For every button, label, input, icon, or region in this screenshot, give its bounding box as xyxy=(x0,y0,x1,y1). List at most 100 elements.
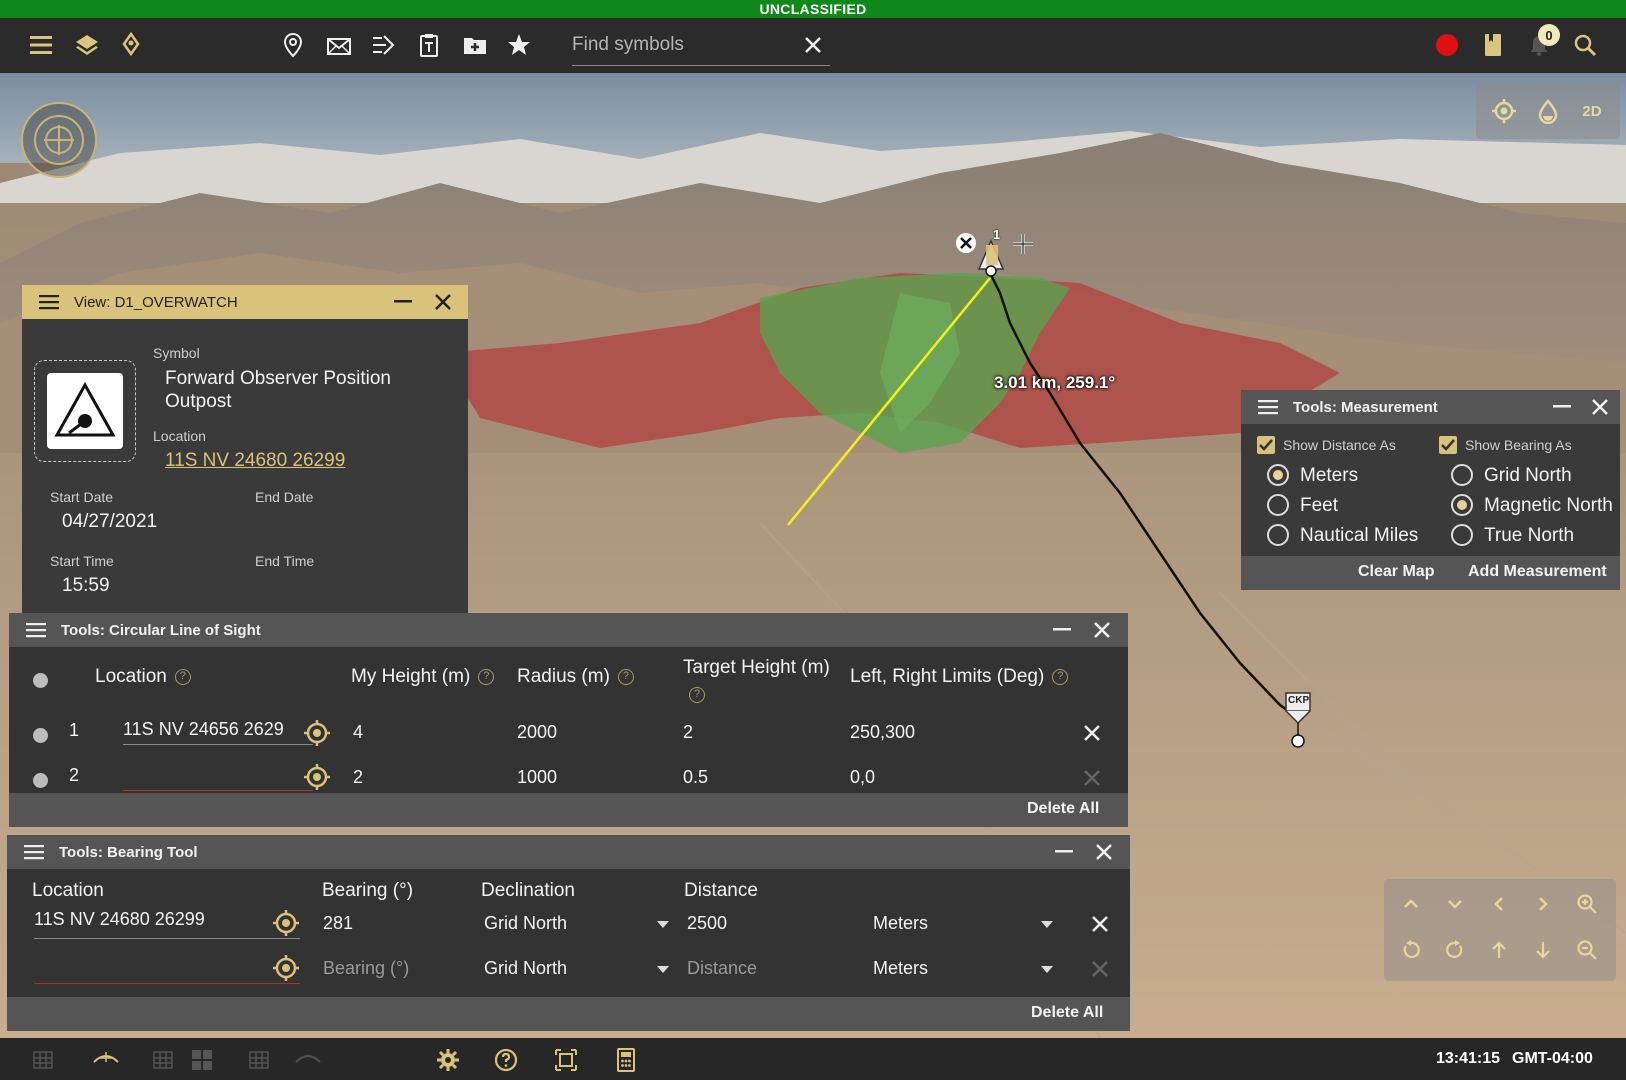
los-location-input[interactable]: 11S NV 24656 2629 xyxy=(123,719,313,745)
close-icon[interactable] xyxy=(430,289,456,315)
location-link[interactable]: 11S NV 24680 26299 xyxy=(165,450,345,472)
remove-row-icon[interactable] xyxy=(1081,722,1103,744)
minimize-icon[interactable] xyxy=(390,289,416,315)
tilt-up-icon[interactable] xyxy=(1396,889,1426,919)
message-icon[interactable] xyxy=(322,28,356,62)
remove-row-icon[interactable] xyxy=(1089,958,1111,980)
limits-value[interactable]: 250,300 xyxy=(850,722,915,743)
pan-down-icon[interactable] xyxy=(1528,935,1558,965)
help-icon[interactable]: ? xyxy=(175,669,191,685)
calculator-icon[interactable] xyxy=(610,1046,642,1074)
chevron-down-icon[interactable] xyxy=(1041,921,1053,928)
bearing-panel-header[interactable]: Tools: Bearing Tool xyxy=(7,835,1130,869)
radio-nautical-miles[interactable] xyxy=(1267,524,1289,546)
location-pin-icon[interactable] xyxy=(276,28,310,62)
show-bearing-checkbox[interactable] xyxy=(1439,436,1457,454)
delete-all-los-button[interactable]: Delete All xyxy=(1027,800,1099,818)
remove-row-icon[interactable] xyxy=(1081,767,1103,789)
radio-grid-north[interactable] xyxy=(1451,464,1473,486)
remove-row-icon[interactable] xyxy=(1089,913,1111,935)
minimize-icon[interactable] xyxy=(1549,394,1575,420)
clear-map-button[interactable]: Clear Map xyxy=(1358,563,1434,581)
panel-menu-icon[interactable] xyxy=(21,839,47,865)
close-icon[interactable] xyxy=(1587,394,1613,420)
compass-icon[interactable] xyxy=(20,101,98,179)
terrain-drop-icon[interactable] xyxy=(1534,97,1562,125)
menu-icon[interactable] xyxy=(24,28,58,62)
globe-3d-secondary-icon[interactable] xyxy=(292,1046,324,1074)
close-icon[interactable] xyxy=(1089,617,1115,643)
chevron-down-icon[interactable] xyxy=(1041,966,1053,973)
radio-meters[interactable] xyxy=(1267,464,1289,486)
minimize-icon[interactable] xyxy=(1051,839,1077,865)
locate-me-icon[interactable] xyxy=(1490,97,1518,125)
help-icon[interactable]: ? xyxy=(1052,669,1068,685)
pick-location-icon[interactable] xyxy=(303,763,331,791)
radius-value[interactable]: 2000 xyxy=(517,722,557,743)
add-measurement-button[interactable]: Add Measurement xyxy=(1468,563,1607,581)
delete-all-bearing-button[interactable]: Delete All xyxy=(1031,1004,1103,1022)
help-icon[interactable]: ? xyxy=(618,669,634,685)
pan-up-icon[interactable] xyxy=(1484,935,1514,965)
units-select[interactable]: Meters xyxy=(873,958,928,979)
rotate-left-icon[interactable] xyxy=(1396,935,1426,965)
panel-menu-icon[interactable] xyxy=(23,617,49,643)
pick-location-icon[interactable] xyxy=(272,909,300,937)
fit-screen-icon[interactable] xyxy=(550,1046,582,1074)
grid-2d-icon[interactable] xyxy=(30,1046,62,1074)
row-select-dot[interactable] xyxy=(33,773,48,788)
globe-3d-icon[interactable] xyxy=(90,1046,122,1074)
radius-value[interactable]: 1000 xyxy=(517,767,557,788)
pin-tool-icon[interactable] xyxy=(114,28,148,62)
search-icon[interactable] xyxy=(1568,28,1602,62)
distance-input-placeholder[interactable]: Distance xyxy=(687,958,757,979)
view-panel-header[interactable]: View: D1_OVERWATCH xyxy=(22,285,468,319)
rotate-right-icon[interactable] xyxy=(1440,935,1470,965)
symbol-search-input[interactable] xyxy=(572,30,792,60)
route-icon[interactable] xyxy=(366,28,400,62)
measurement-panel-header[interactable]: Tools: Measurement xyxy=(1241,390,1620,424)
los-location-input[interactable] xyxy=(123,763,313,791)
pan-right-icon[interactable] xyxy=(1528,889,1558,919)
declination-select[interactable]: Grid North xyxy=(484,958,567,979)
minimize-icon[interactable] xyxy=(1049,617,1075,643)
bookmark-icon[interactable] xyxy=(1476,28,1510,62)
pick-location-icon[interactable] xyxy=(272,954,300,982)
settings-gear-icon[interactable] xyxy=(432,1046,464,1074)
radio-magnetic-north[interactable] xyxy=(1451,494,1473,516)
pick-location-icon[interactable] xyxy=(303,719,331,747)
pan-left-icon[interactable] xyxy=(1484,889,1514,919)
row-select-dot[interactable] xyxy=(33,728,48,743)
bearing-location-input[interactable]: 11S NV 24680 26299 xyxy=(34,909,300,939)
select-all-dot[interactable] xyxy=(33,673,48,688)
chevron-down-icon[interactable] xyxy=(657,966,669,973)
my-height-value[interactable]: 4 xyxy=(353,722,363,743)
bearing-location-input[interactable] xyxy=(34,954,300,984)
split-2d-3d-icon[interactable] xyxy=(246,1046,278,1074)
my-height-value[interactable]: 2 xyxy=(353,767,363,788)
declination-select[interactable]: Grid North xyxy=(484,913,567,934)
new-folder-icon[interactable] xyxy=(458,28,492,62)
record-icon[interactable] xyxy=(1430,28,1464,62)
target-height-value[interactable]: 0.5 xyxy=(683,767,708,788)
radio-feet[interactable] xyxy=(1267,494,1289,516)
bearing-value[interactable]: 281 xyxy=(323,913,353,934)
panel-menu-icon[interactable] xyxy=(36,289,62,315)
split-panels-icon[interactable] xyxy=(186,1046,218,1074)
panel-menu-icon[interactable] xyxy=(1255,394,1281,420)
chevron-down-icon[interactable] xyxy=(657,921,669,928)
close-icon[interactable] xyxy=(1091,839,1117,865)
zoom-in-icon[interactable] xyxy=(1572,889,1602,919)
clipboard-icon[interactable] xyxy=(412,28,446,62)
distance-value[interactable]: 2500 xyxy=(687,913,727,934)
bearing-input-placeholder[interactable]: Bearing (°) xyxy=(323,958,409,979)
zoom-out-icon[interactable] xyxy=(1572,935,1602,965)
radio-true-north[interactable] xyxy=(1451,524,1473,546)
help-circle-icon[interactable] xyxy=(490,1046,522,1074)
layers-icon[interactable] xyxy=(70,28,104,62)
units-select[interactable]: Meters xyxy=(873,913,928,934)
show-distance-checkbox[interactable] xyxy=(1257,436,1275,454)
toggle-2d-button[interactable]: 2D xyxy=(1578,97,1606,125)
help-icon[interactable]: ? xyxy=(478,669,494,685)
help-icon[interactable]: ? xyxy=(689,687,705,703)
